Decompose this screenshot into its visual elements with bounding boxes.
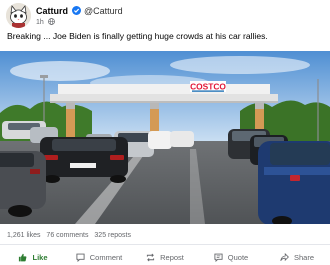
quote-label: Quote — [227, 252, 249, 262]
author-line: Catturd @Catturd — [36, 6, 123, 16]
post-header: Catturd @Catturd 1h — [6, 3, 324, 29]
quote-bubble-icon — [214, 253, 223, 262]
share-arrow-icon — [280, 252, 289, 261]
post-photo[interactable]: COSTCO — [0, 51, 330, 224]
comment-bubble-icon — [76, 253, 85, 262]
repost-label: Repost — [160, 252, 184, 262]
likes-count[interactable]: 1,261 likes — [7, 232, 40, 239]
comments-count[interactable]: 76 comments — [46, 232, 88, 239]
like-button[interactable]: Like — [0, 249, 66, 265]
share-label: Share — [293, 252, 314, 262]
reposts-count[interactable]: 325 reposts — [94, 232, 131, 239]
author-name[interactable]: Catturd — [36, 6, 68, 16]
post-actions: Like Comment Repost Quote Share — [0, 249, 330, 265]
globe-icon — [47, 18, 55, 25]
post-text: Breaking ... Joe Biden is finally gettin… — [7, 31, 268, 41]
author-handle[interactable]: @Catturd — [84, 6, 123, 16]
author-avatar[interactable] — [6, 3, 31, 28]
like-label: Like — [32, 252, 48, 262]
repost-button[interactable]: Repost — [132, 249, 198, 265]
quote-button[interactable]: Quote — [198, 249, 264, 265]
post-time[interactable]: 1h — [36, 19, 44, 26]
comment-label: Comment — [89, 252, 123, 262]
repost-arrows-icon — [147, 253, 155, 261]
post-meta: 1h — [36, 18, 55, 26]
share-button[interactable]: Share — [264, 249, 330, 265]
actions-divider — [0, 244, 330, 245]
post-stats: 1,261 likes 76 comments 325 reposts — [7, 232, 135, 239]
thumbs-up-icon — [19, 253, 27, 261]
verified-badge-icon — [71, 6, 81, 15]
costco-sign: COSTCO — [190, 82, 226, 92]
comment-button[interactable]: Comment — [66, 249, 132, 265]
